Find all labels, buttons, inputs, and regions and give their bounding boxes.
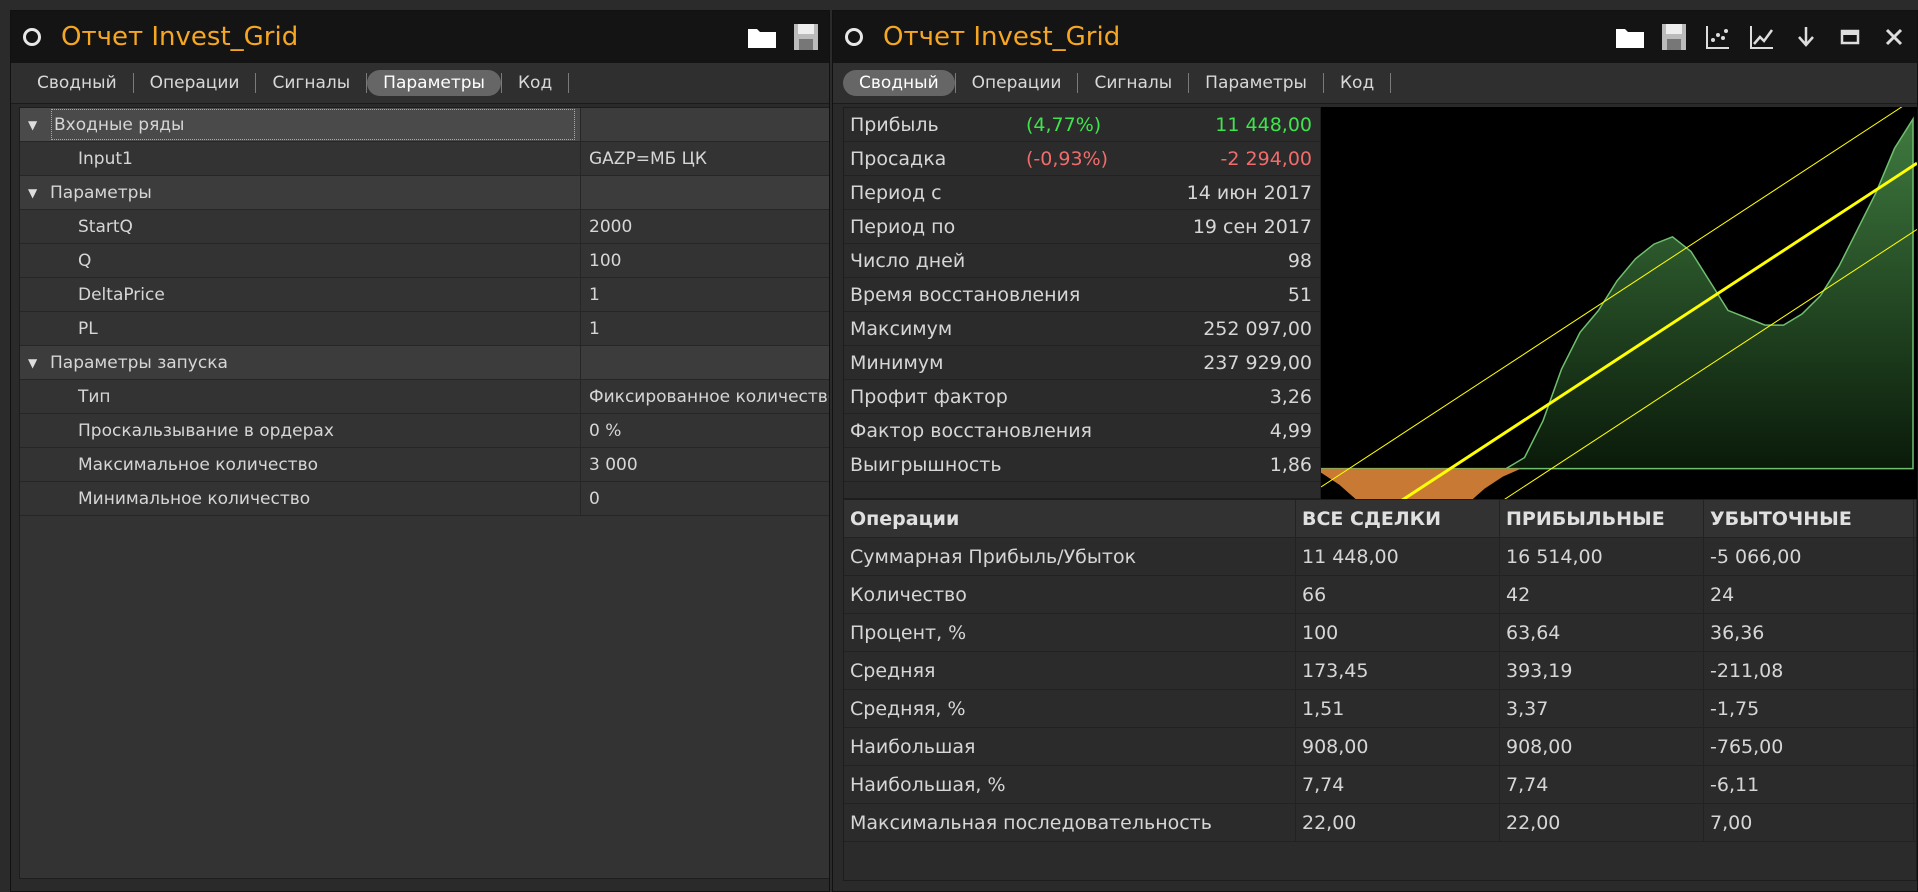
table-row: Суммарная Прибыль/Убыток 11 448,00 16 514,… [844,538,1916,576]
stat-row: Максимум 252 097,00 [844,312,1320,346]
tab-signals[interactable]: Сигналы [1078,70,1188,96]
stat-row: Период по 19 сен 2017 [844,210,1320,244]
tree-row[interactable]: Минимальное количество 0 [20,482,829,516]
window-title: Отчет Invest_Grid [883,22,1121,52]
table-row: Максимальная последовательность 22,00 22,0… [844,804,1916,842]
table-row: Средняя 173,45 393,19 -211,08 [844,652,1916,690]
tree-row[interactable]: Максимальное количество 3 000 [20,448,829,482]
tree-row[interactable]: Проскальзывание в ордерах 0 % [20,414,829,448]
tree-row[interactable]: PL 1 [20,312,829,346]
summary-stats: Прибыль (4,77%) 11 448,00 Просадка (-0,93%)… [843,107,1321,499]
table-row: Количество 66 42 24 [844,576,1916,614]
equity-chart [1320,96,1917,620]
stat-row: Профит фактор 3,26 [844,380,1320,414]
tab-bar: Сводный Операции Сигналы Параметры Код [11,63,829,104]
tree-group-parameters[interactable]: ▼ Параметры [20,176,829,210]
tree-group-run-parameters[interactable]: ▼ Параметры запуска [20,346,829,380]
table-row: Средняя, % 1,51 3,37 -1,75 [844,690,1916,728]
tab-operations[interactable]: Операции [956,70,1078,96]
window-menu-button[interactable] [23,28,41,46]
tree-row[interactable]: DeltaPrice 1 [20,278,829,312]
tab-summary[interactable]: Сводный [843,70,955,96]
stat-row: Фактор восстановления 4,99 [844,414,1320,448]
expand-arrow-icon[interactable]: ▼ [28,186,42,200]
tab-parameters[interactable]: Параметры [1189,70,1323,96]
save-icon[interactable] [791,22,821,52]
table-row: Наибольшая, % 7,74 7,74 -6,11 [844,766,1916,804]
stat-row: Период с 14 июн 2017 [844,176,1320,210]
open-folder-icon[interactable] [747,22,777,52]
title-bar: Отчет Invest_Grid [833,11,1917,63]
stat-row: Прибыль (4,77%) 11 448,00 [844,108,1320,142]
expand-arrow-icon[interactable]: ▼ [28,118,42,132]
open-folder-icon[interactable] [1615,22,1645,52]
window-menu-button[interactable] [845,28,863,46]
tab-signals[interactable]: Сигналы [256,70,366,96]
equity-chart-svg [1320,96,1917,620]
scatter-chart-icon[interactable] [1703,22,1733,52]
stat-row: Просадка (-0,93%) -2 294,00 [844,142,1320,176]
operations-table: Операции ВСЕ СДЕЛКИ ПРИБЫЛЬНЫЕ УБЫТОЧНЫЕ… [843,499,1917,881]
tree-row[interactable]: Q 100 [20,244,829,278]
tab-code[interactable]: Код [502,70,568,96]
tree-row[interactable]: StartQ 2000 [20,210,829,244]
table-row: Процент, % 100 63,64 36,36 [844,614,1916,652]
stat-row: Число дней 98 [844,244,1320,278]
close-icon[interactable] [1879,22,1909,52]
line-chart-icon[interactable] [1747,22,1777,52]
parameters-tree: ▼ Входные ряды Input1 GAZP=МБ ЦК ▼ Парам… [19,107,829,879]
stat-row: Минимум 237 929,00 [844,346,1320,380]
tab-summary[interactable]: Сводный [21,70,133,96]
stat-row: Выигрышность 1,86 [844,448,1320,482]
title-bar: Отчет Invest_Grid [11,11,829,63]
minimize-icon[interactable] [1835,22,1865,52]
expand-arrow-icon[interactable]: ▼ [28,356,42,370]
tree-group-input-series[interactable]: ▼ Входные ряды [20,108,829,142]
table-row: Наибольшая 908,00 908,00 -765,00 [844,728,1916,766]
stat-row: Время восстановления 51 [844,278,1320,312]
window-title: Отчет Invest_Grid [61,22,299,52]
drawdown-area [1321,468,1521,525]
tab-code[interactable]: Код [1324,70,1390,96]
save-icon[interactable] [1659,22,1689,52]
tree-row[interactable]: Input1 GAZP=МБ ЦК [20,142,829,176]
tab-bar: Сводный Операции Сигналы Параметры Код [833,63,1917,104]
table-header-row: Операции ВСЕ СДЕЛКИ ПРИБЫЛЬНЫЕ УБЫТОЧНЫЕ [844,500,1916,538]
tab-parameters[interactable]: Параметры [367,70,501,96]
tree-row[interactable]: Тип Фиксированное количество [20,380,829,414]
report-window-params: Отчет Invest_Grid Сводный Операции Сигна… [10,10,830,892]
download-arrow-icon[interactable] [1791,22,1821,52]
tab-operations[interactable]: Операции [134,70,256,96]
report-window-summary: Отчет Invest_Grid Сводный Операции Сигна… [832,10,1918,892]
